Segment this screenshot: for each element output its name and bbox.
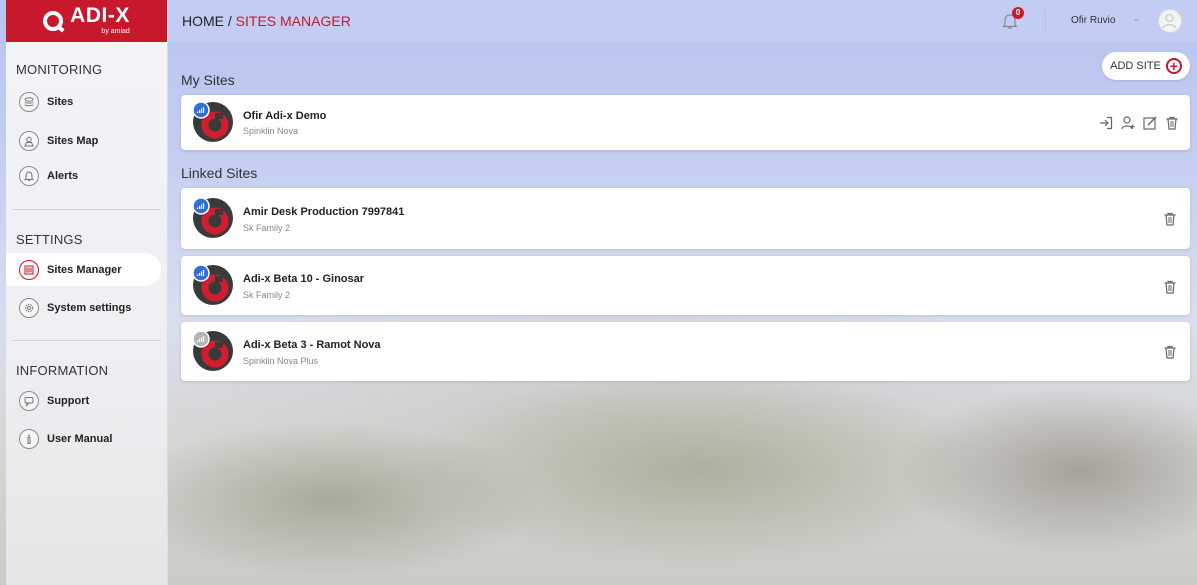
chevron-down-icon[interactable]: ⌄: [1132, 13, 1140, 24]
sidebar-item-alerts[interactable]: Alerts: [6, 159, 167, 192]
site-product: Spinklin Nova: [243, 126, 299, 136]
site-avatar: [191, 329, 235, 373]
site-sprinkler-icon: [192, 264, 233, 305]
sidebar-item-label: Sites: [47, 95, 74, 108]
logo[interactable]: ADI-X by amiad: [6, 0, 167, 42]
site-sprinkler-icon: [192, 101, 233, 142]
sidebar-item-sites[interactable]: Sites: [6, 85, 167, 118]
sidebar-divider: [12, 340, 161, 341]
sidebar-item-label: User Manual: [47, 432, 113, 445]
site-name: Adi-x Beta 3 - Ramot Nova: [243, 339, 381, 351]
sidebar: ADI-X by amiad MONITORING Sites Sites Ma…: [6, 0, 168, 585]
site-card[interactable]: Ofir Adi-x Demo Spinklin Nova: [181, 95, 1190, 150]
site-name: Amir Desk Production 7997841: [243, 206, 405, 218]
sidebar-item-label: Sites Manager: [47, 263, 122, 276]
site-actions: [1098, 115, 1180, 131]
sidebar-item-label: Sites Map: [47, 134, 99, 147]
trash-icon[interactable]: [1164, 115, 1180, 131]
sidebar-divider: [12, 209, 161, 210]
map-pin-icon: [19, 130, 39, 151]
gear-icon: [19, 297, 39, 318]
chat-icon: [19, 390, 39, 411]
building-icon: [19, 259, 39, 280]
trash-icon[interactable]: [1162, 344, 1178, 360]
logo-subtitle: by amiad: [101, 28, 130, 35]
site-product: Sk Family 2: [243, 223, 291, 233]
sidebar-item-sites-map[interactable]: Sites Map: [6, 124, 167, 157]
site-product: Sk Family 2: [243, 290, 291, 300]
site-avatar: [191, 263, 235, 307]
logo-text: ADI-X: [70, 4, 130, 27]
site-name: Adi-x Beta 10 - Ginosar: [243, 273, 365, 285]
enter-site-icon[interactable]: [1098, 115, 1114, 131]
site-sprinkler-icon: [192, 330, 233, 371]
site-card[interactable]: Adi-x Beta 3 - Ramot Nova Spinklin Nova …: [181, 322, 1190, 381]
avatar[interactable]: [1158, 9, 1182, 33]
site-product: Spinklin Nova Plus: [243, 356, 319, 366]
sidebar-item-system-settings[interactable]: System settings: [6, 291, 167, 324]
logo-ring-icon: [43, 11, 64, 31]
add-user-icon[interactable]: [1120, 115, 1136, 131]
top-header: HOME / SITES MANAGER 0 Ofir Ruvio ⌄: [168, 0, 1197, 42]
settings-section-title: SETTINGS: [16, 232, 83, 247]
info-person-icon: [19, 428, 39, 449]
bell-icon: [19, 165, 39, 186]
edit-icon[interactable]: [1142, 115, 1158, 131]
trash-icon[interactable]: [1162, 279, 1178, 295]
breadcrumb-home[interactable]: HOME /: [182, 13, 232, 29]
sidebar-item-label: Alerts: [47, 169, 79, 182]
user-icon: [1162, 13, 1177, 29]
my-sites-title: My Sites: [181, 72, 235, 88]
site-avatar: [191, 196, 235, 240]
site-card[interactable]: Adi-x Beta 10 - Ginosar Sk Family 2: [181, 256, 1190, 315]
sidebar-item-support[interactable]: Support: [6, 384, 167, 417]
site-avatar: [191, 100, 235, 144]
sidebar-item-label: Support: [47, 394, 90, 407]
linked-sites-title: Linked Sites: [181, 165, 258, 181]
information-section-title: INFORMATION: [16, 363, 109, 378]
add-site-label: ADD SITE: [1110, 60, 1161, 72]
sidebar-item-user-manual[interactable]: User Manual: [6, 422, 167, 455]
breadcrumb: HOME / SITES MANAGER: [182, 13, 351, 29]
plus-circle-icon: +: [1165, 58, 1182, 74]
header-divider: [1045, 10, 1046, 32]
sidebar-item-sites-manager[interactable]: Sites Manager: [6, 253, 161, 286]
site-card[interactable]: Amir Desk Production 7997841 Sk Family 2: [181, 188, 1190, 249]
breadcrumb-current: SITES MANAGER: [235, 13, 351, 29]
add-site-button[interactable]: ADD SITE +: [1102, 52, 1190, 80]
trash-icon[interactable]: [1162, 211, 1178, 227]
site-sprinkler-icon: [192, 197, 233, 238]
notification-badge: 0: [1012, 7, 1024, 19]
sidebar-item-label: System settings: [47, 301, 132, 314]
user-name[interactable]: Ofir Ruvio: [1071, 15, 1115, 26]
layers-icon: [19, 91, 39, 112]
site-name: Ofir Adi-x Demo: [243, 110, 327, 122]
monitoring-section-title: MONITORING: [16, 62, 103, 77]
notifications-button[interactable]: 0: [1000, 7, 1024, 33]
